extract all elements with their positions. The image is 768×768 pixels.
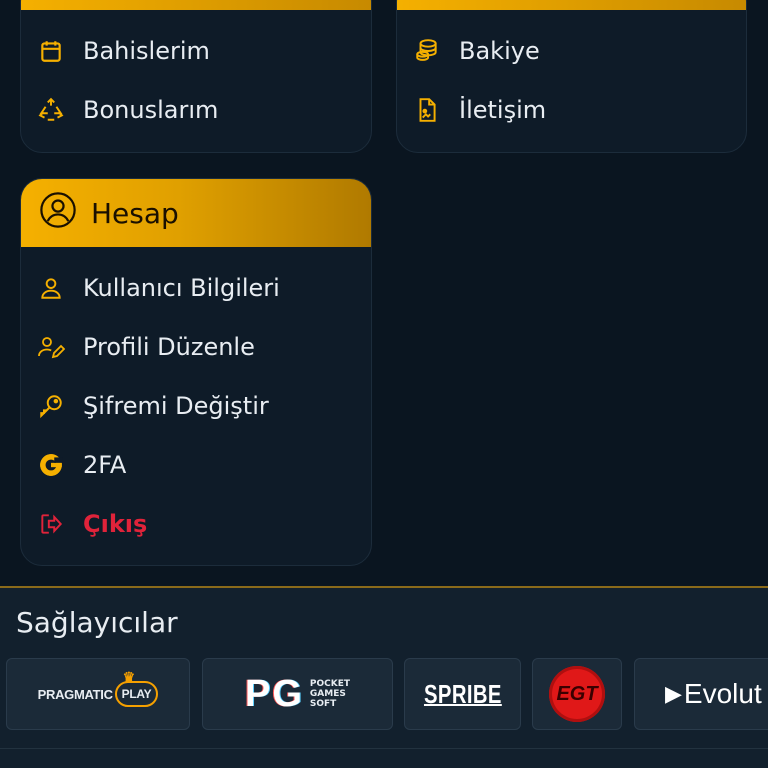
user-edit-icon (37, 333, 65, 361)
section-divider (0, 748, 768, 749)
pg-subtext: POCKET GAMES SOFT (310, 679, 350, 709)
play-arrow-icon: ▶ (665, 681, 682, 706)
provider-spribe[interactable]: SPRIBE (404, 658, 521, 730)
menu-item-2fa[interactable]: 2FA (37, 445, 126, 485)
card-top-accent (21, 0, 371, 10)
document-icon (413, 96, 441, 124)
menu-item-change-password[interactable]: Şifremi Değiştir (37, 386, 269, 426)
egt-logo: EGT (549, 666, 605, 722)
user-icon (37, 274, 65, 302)
menu-item-label: Bakiye (459, 37, 540, 65)
menu-item-user-info[interactable]: Kullanıcı Bilgileri (37, 268, 280, 308)
account-card-title: Hesap (91, 196, 179, 230)
coins-icon (413, 37, 441, 65)
menu-item-label: Şifremi Değiştir (83, 392, 269, 420)
google-icon (37, 451, 65, 479)
menu-item-contact[interactable]: İletişim (413, 90, 546, 130)
provider-pragmatic-play[interactable]: PRAGMATIC PLAY ♛ (6, 658, 190, 730)
menu-item-label: Kullanıcı Bilgileri (83, 274, 280, 302)
provider-pg-soft[interactable]: PG POCKET GAMES SOFT (202, 658, 393, 730)
evolution-logo: ▶ Evolut (665, 678, 762, 710)
calendar-icon (37, 37, 65, 65)
user-circle-icon (39, 191, 77, 236)
card-top-accent (397, 0, 746, 10)
menu-item-label: Çıkış (83, 510, 148, 538)
menu-item-bets[interactable]: Bahislerim (37, 31, 210, 71)
provider-name: SPRIBE (423, 678, 502, 709)
pg-sub-2: GAMES (309, 689, 346, 699)
flame-icon: ♛ (122, 669, 136, 685)
menu-item-bonuses[interactable]: Bonuslarım (37, 90, 218, 130)
menu-item-logout[interactable]: Çıkış (37, 504, 147, 544)
pg-sub-3: SOFT (309, 699, 337, 709)
menu-item-label: Bahislerim (83, 37, 210, 65)
menu-item-balance[interactable]: Bakiye (413, 31, 540, 71)
provider-name: Evolut (683, 678, 762, 709)
menu-item-label: Bonuslarım (83, 96, 219, 124)
provider-name: EGT (556, 682, 598, 705)
menu-item-label: Profili Düzenle (83, 333, 255, 361)
pg-sub-1: POCKET (309, 679, 351, 689)
provider-evolution[interactable]: ▶ Evolut (634, 658, 768, 730)
key-icon (37, 392, 65, 420)
play-badge: PLAY ♛ (114, 669, 159, 707)
pg-logo: PG POCKET GAMES SOFT (245, 673, 350, 716)
recycle-icon (37, 96, 65, 124)
provider-name-secondary: PLAY (121, 687, 152, 701)
pragmatic-logo: PRAGMATIC PLAY ♛ (37, 669, 159, 707)
bets-bonus-card: Bahislerim Bonuslarım (20, 0, 372, 153)
providers-section: Sağlayıcılar PRAGMATIC PLAY ♛ PG POCKET … (0, 586, 768, 768)
account-card-header: Hesap (21, 179, 371, 247)
logout-icon (37, 510, 65, 538)
provider-egt[interactable]: EGT (532, 658, 622, 730)
balance-contact-card: Bakiye İletişim (396, 0, 747, 153)
menu-item-label: 2FA (83, 451, 127, 479)
provider-name: PG (244, 672, 304, 715)
menu-item-edit-profile[interactable]: Profili Düzenle (37, 327, 255, 367)
account-card: Hesap Kullanıcı Bilgileri Profili Düzenl… (20, 178, 372, 566)
menu-item-label: İletişim (459, 96, 547, 124)
providers-title: Sağlayıcılar (16, 606, 178, 639)
provider-name: PRAGMATIC (37, 686, 113, 702)
